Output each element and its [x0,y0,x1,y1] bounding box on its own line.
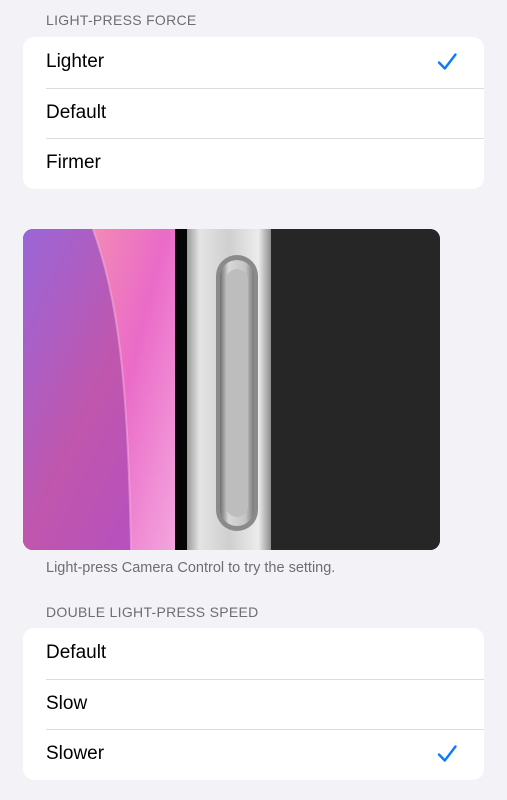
force-option-label: Firmer [46,152,101,174]
speed-option-label: Default [46,642,107,664]
speed-option-label: Slow [46,692,88,714]
speed-option-slow[interactable]: Slow [23,678,484,730]
force-option-firmer[interactable]: Firmer [23,138,484,189]
double-light-press-speed-group: Default Slow Slower [23,628,484,780]
light-press-force-group: Lighter Default Firmer [23,37,484,189]
camera-control-illustration [23,229,440,550]
force-option-label: Lighter [46,51,105,73]
force-option-label: Default [46,101,107,123]
force-option-default[interactable]: Default [23,87,484,139]
checkmark-icon [437,745,457,763]
force-option-lighter[interactable]: Lighter [23,37,484,88]
checkmark-icon [437,53,457,70]
light-press-force-header: LIGHT-PRESS FORCE [46,12,197,28]
preview-caption: Light-press Camera Control to try the se… [46,560,336,576]
speed-option-label: Slower [46,743,105,765]
speed-option-slower[interactable]: Slower [23,729,484,780]
camera-control-preview-image [23,229,440,550]
speed-option-default[interactable]: Default [23,628,484,679]
double-light-press-speed-header: DOUBLE LIGHT-PRESS SPEED [46,604,259,620]
